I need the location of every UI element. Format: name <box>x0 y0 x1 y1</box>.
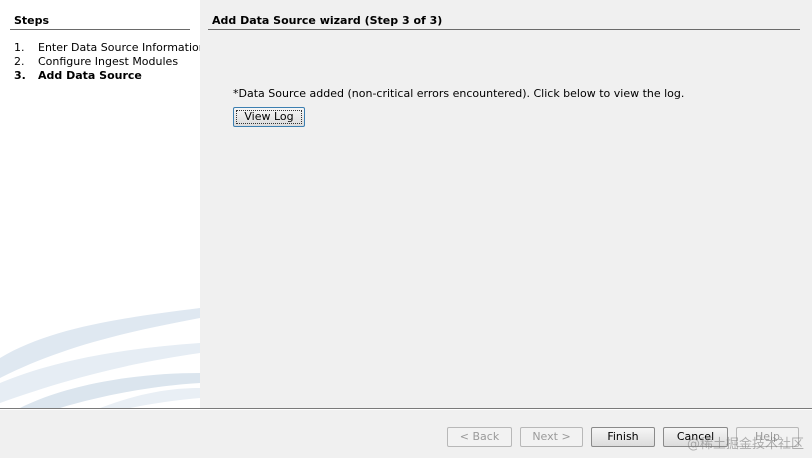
step-label: Add Data Source <box>38 69 142 82</box>
step-label: Enter Data Source Information <box>38 41 200 54</box>
decorative-swoosh-graphic <box>0 308 200 408</box>
step-number: 3. <box>14 69 26 82</box>
watermark-text: @稀土掘金技术社区 <box>686 437 804 452</box>
step-number: 2. <box>14 55 25 68</box>
back-button[interactable]: < Back <box>447 427 512 447</box>
view-log-button[interactable]: View Log <box>233 107 305 127</box>
steps-divider <box>10 29 190 30</box>
steps-list: 1. Enter Data Source Information 2. Config… <box>14 41 200 83</box>
steps-sidebar: Steps 1. Enter Data Source Information 2.… <box>0 0 200 408</box>
next-button[interactable]: Next > <box>520 427 583 447</box>
status-message: *Data Source added (non-critical errors … <box>233 87 685 100</box>
step-number: 1. <box>14 41 25 54</box>
wizard-title: Add Data Source wizard (Step 3 of 3) <box>212 14 443 27</box>
step-label: Configure Ingest Modules <box>38 55 179 68</box>
title-divider <box>208 29 800 30</box>
step-item-3: 3. Add Data Source <box>14 69 200 83</box>
finish-button[interactable]: Finish <box>591 427 655 447</box>
steps-title: Steps <box>14 14 50 27</box>
step-item-2: 2. Configure Ingest Modules <box>14 55 200 69</box>
step-item-1: 1. Enter Data Source Information <box>14 41 200 55</box>
